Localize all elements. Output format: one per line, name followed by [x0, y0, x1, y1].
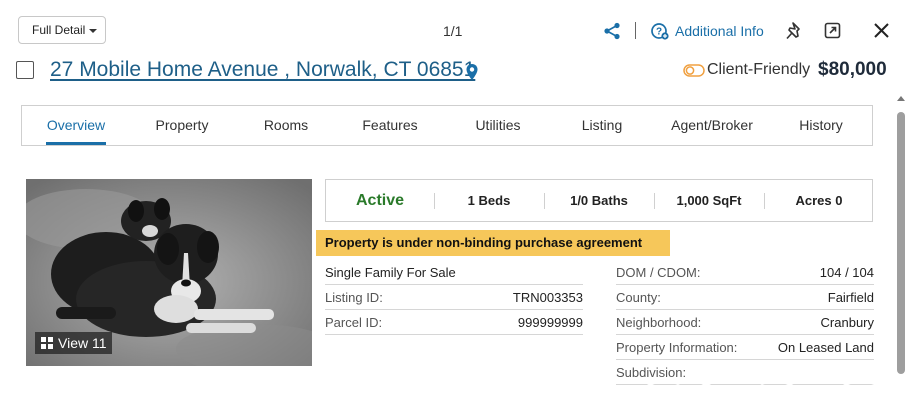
parcel-id-label: Parcel ID: [325, 315, 383, 330]
select-listing-checkbox[interactable] [16, 61, 34, 79]
tab-history[interactable]: History [792, 106, 850, 145]
share-icon[interactable] [603, 22, 621, 40]
map-pin-icon[interactable] [465, 63, 479, 81]
tab-property[interactable]: Property [152, 106, 212, 145]
property-type-value: Single Family For Sale [325, 265, 456, 280]
stats-bar: Active 1 Beds 1/0 Baths 1,000 SqFt Acres… [325, 179, 873, 222]
acres-stat: Acres 0 [795, 193, 843, 208]
dom-cdom-row: DOM / CDOM: 104 / 104 [616, 261, 874, 285]
scrollbar-thumb[interactable] [897, 112, 905, 374]
info-icon[interactable]: ? [651, 22, 669, 40]
view-photos-button[interactable]: View 11 [35, 332, 112, 354]
neighborhood-value: Cranbury [820, 315, 874, 330]
neighborhood-label: Neighborhood: [616, 315, 702, 330]
listing-id-row: Listing ID: TRN003353 [325, 286, 583, 310]
property-type-row: Single Family For Sale [325, 261, 583, 285]
tab-utilities[interactable]: Utilities [466, 106, 530, 145]
pin-icon[interactable] [785, 21, 805, 41]
neighborhood-row: Neighborhood: Cranbury [616, 311, 874, 335]
svg-text:?: ? [656, 27, 662, 38]
county-row: County: Fairfield [616, 286, 874, 310]
tab-agent-broker[interactable]: Agent/Broker [666, 106, 758, 145]
chevron-down-icon [89, 28, 98, 33]
listing-price: $80,000 [818, 59, 887, 80]
beds-stat: 1 Beds [467, 193, 511, 208]
listing-id-label: Listing ID: [325, 290, 383, 305]
result-counter: 1/1 [443, 23, 463, 39]
scroll-up-arrow[interactable] [897, 96, 905, 101]
listing-address-link[interactable]: 27 Mobile Home Avenue , Norwalk, CT 0685… [50, 58, 475, 82]
external-link-icon[interactable] [824, 22, 841, 39]
tab-overview[interactable]: Overview [46, 106, 106, 145]
grid-icon [41, 337, 53, 349]
client-friendly-toggle[interactable]: Client-Friendly [707, 61, 810, 79]
parcel-id-row: Parcel ID: 999999999 [325, 311, 583, 335]
view-mode-dropdown[interactable]: Full Detail [18, 16, 106, 44]
tab-listing[interactable]: Listing [574, 106, 630, 145]
view-mode-label: Full Detail [32, 23, 86, 37]
parcel-id-value: 999999999 [517, 315, 583, 330]
property-information-label: Property Information: [616, 340, 738, 355]
property-information-value: On Leased Land [777, 340, 874, 355]
listing-id-value: TRN003353 [512, 290, 583, 305]
sqft-stat: 1,000 SqFt [676, 193, 742, 208]
toolbar-divider [635, 22, 636, 39]
property-information-row: Property Information: On Leased Land [616, 336, 874, 360]
county-label: County: [616, 290, 661, 305]
additional-info-link[interactable]: Additional Info [675, 23, 764, 39]
tab-rooms[interactable]: Rooms [256, 106, 316, 145]
county-value: Fairfield [827, 290, 874, 305]
status-banner: Property is under non-binding purchase a… [316, 230, 670, 256]
status-badge: Active [355, 192, 405, 209]
baths-stat: 1/0 Baths [570, 193, 628, 208]
client-friendly-icon [683, 64, 705, 77]
close-icon[interactable] [872, 21, 891, 40]
listing-detail-panel: Full Detail 1/1 ? Additional Info 27 Mob… [0, 0, 910, 408]
view-photos-label: View 11 [58, 335, 107, 351]
tab-features[interactable]: Features [358, 106, 422, 145]
torn-edge-decoration [0, 382, 910, 408]
dom-cdom-value: 104 / 104 [819, 265, 874, 280]
dom-cdom-label: DOM / CDOM: [616, 265, 701, 280]
detail-tabs: Overview Property Rooms Features Utiliti… [21, 105, 873, 146]
